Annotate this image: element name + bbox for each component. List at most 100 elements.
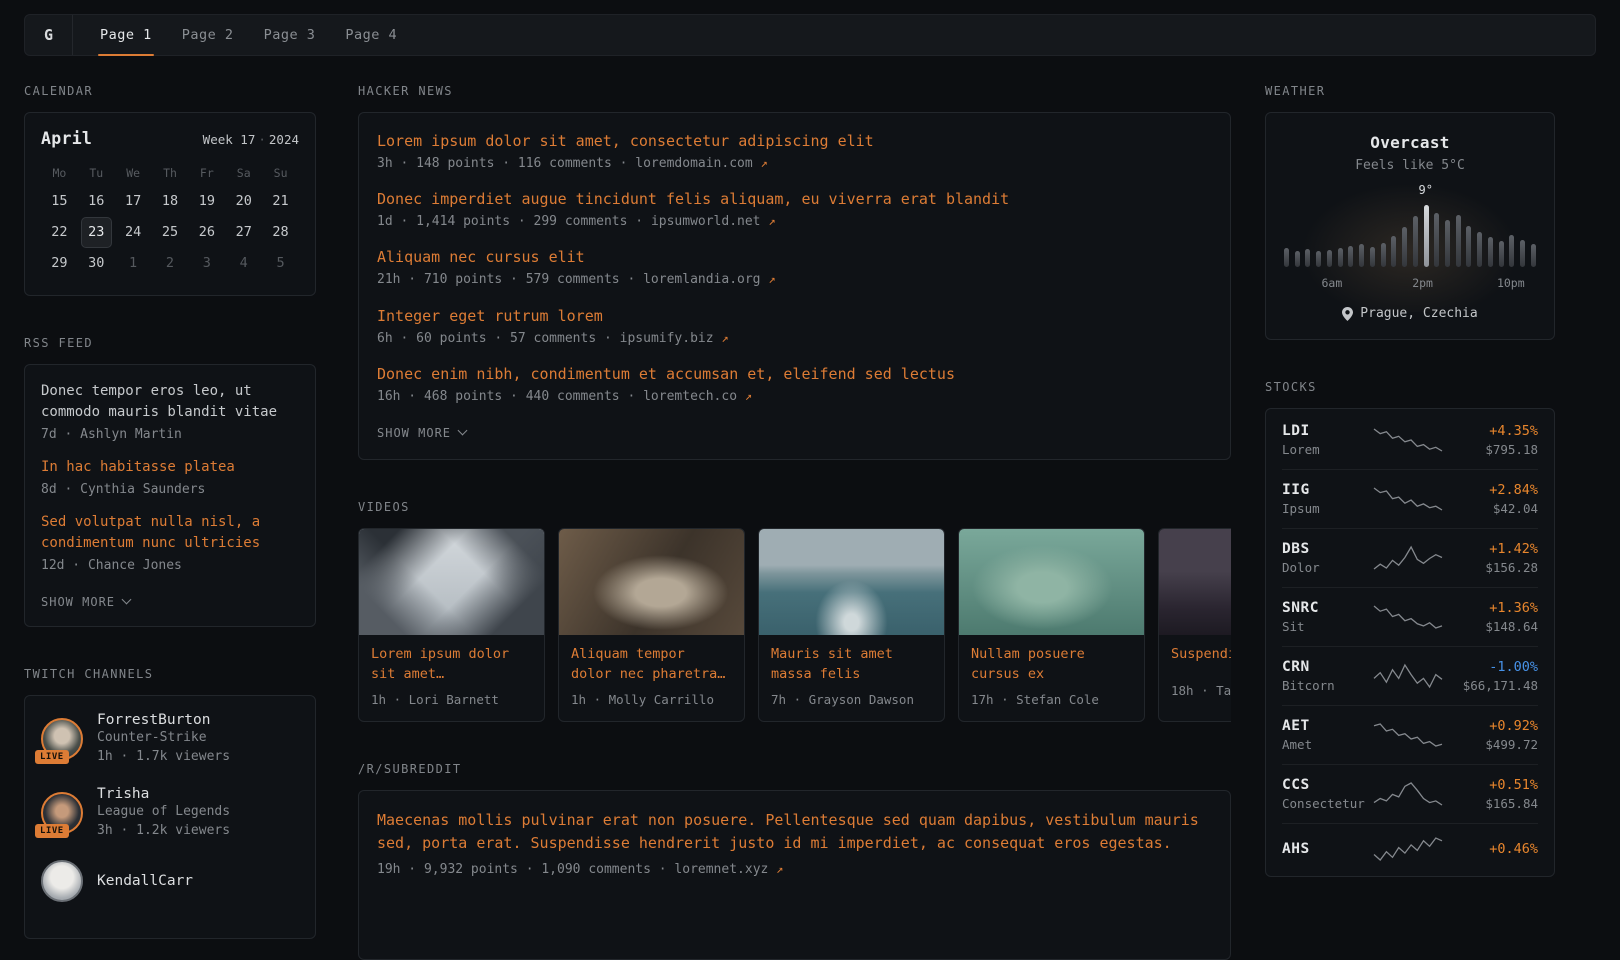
video-card[interactable]: Aliquam tempor dolor nec pharetra… 1h · … <box>558 528 745 722</box>
weather-chart: 9° 6am 2pm 10pm <box>1284 205 1536 290</box>
stock-row[interactable]: AET Amet +0.92% $499.72 <box>1282 705 1538 764</box>
chevron-down-icon <box>458 426 468 436</box>
hn-item-title[interactable]: Aliquam nec cursus elit <box>377 247 1212 268</box>
video-title[interactable]: Lorem ipsum dolor sit amet consectetu… <box>359 635 544 685</box>
video-title[interactable]: Aliquam tempor dolor nec pharetra… <box>559 635 744 685</box>
channel-name[interactable]: Trisha <box>97 786 230 802</box>
video-card[interactable]: Lorem ipsum dolor sit amet consectetu… 1… <box>358 528 545 722</box>
stock-sparkline <box>1368 836 1448 862</box>
calendar-day: 28 <box>265 217 296 248</box>
channel-meta: 1h · 1.7k viewers <box>97 748 230 766</box>
twitch-section-title: TWITCH CHANNELS <box>24 667 316 681</box>
hn-item-domain[interactable]: loremlandia.org <box>643 272 760 287</box>
stock-row[interactable]: LDI Lorem +4.35% $795.18 <box>1282 411 1538 469</box>
hn-item-title[interactable]: Donec enim nibh, condimentum et accumsan… <box>377 364 1212 385</box>
hn-item-title[interactable]: Integer eget rutrum lorem <box>377 306 1212 327</box>
rss-item-title[interactable]: In hac habitasse platea <box>41 457 299 478</box>
subreddit-post-domain[interactable]: loremnet.xyz <box>674 862 768 877</box>
weather-condition: Overcast <box>1284 133 1536 152</box>
twitch-channel-row[interactable]: LIVE Trisha League of Legends 3h · 1.2k … <box>41 786 299 840</box>
video-card[interactable]: Suspendisse diam 18h · Tara <box>1158 528 1231 722</box>
stock-change: +4.35% <box>1448 423 1538 439</box>
stock-row[interactable]: DBS Dolor +1.42% $156.28 <box>1282 528 1538 587</box>
video-card[interactable]: Nullam posuere cursus ex 17h · Stefan Co… <box>958 528 1145 722</box>
calendar-day: 24 <box>118 217 149 248</box>
dot-separator: · <box>258 132 266 147</box>
nav-tab[interactable]: Page 3 <box>262 15 318 55</box>
hn-item-domain[interactable]: loremtech.co <box>643 389 737 404</box>
subreddit-section-title: /R/SUBREDDIT <box>358 762 1231 776</box>
hn-item-domain[interactable]: ipsumworld.net <box>651 214 761 229</box>
external-link-icon: ↗ <box>768 214 775 228</box>
stock-change: +0.92% <box>1448 718 1538 734</box>
rss-item-meta: 7d · Ashlyn Martin <box>41 426 299 444</box>
video-title[interactable]: Mauris sit amet massa felis <box>759 635 944 685</box>
channel-name[interactable]: KendallCarr <box>97 873 193 889</box>
nav-tab[interactable]: Page 4 <box>343 15 399 55</box>
logo[interactable]: G <box>25 15 73 55</box>
stock-price: $42.04 <box>1448 501 1538 516</box>
calendar-day: 30 <box>81 248 112 279</box>
hn-item-domain[interactable]: loremdomain.com <box>635 156 752 171</box>
twitch-channel-row[interactable]: KendallCarr <box>41 860 299 902</box>
video-meta: 7h · Grayson Dawson <box>759 684 944 721</box>
stock-change: +1.36% <box>1448 600 1538 616</box>
stock-row[interactable]: CRN Bitcorn -1.00% $66,171.48 <box>1282 646 1538 705</box>
stock-row[interactable]: AHS +0.46% <box>1282 823 1538 874</box>
weather-section-title: WEATHER <box>1265 84 1555 98</box>
hn-item-domain[interactable]: ipsumify.biz <box>620 331 714 346</box>
main-grid: CALENDAR April Week 17·2024 Mo Tu <box>24 84 1596 960</box>
channel-name[interactable]: ForrestBurton <box>97 712 230 728</box>
video-meta: 18h · Tara <box>1159 675 1231 712</box>
rss-item: In hac habitasse platea 8d · Cynthia Sau… <box>41 457 299 499</box>
video-card[interactable]: Mauris sit amet massa felis 7h · Grayson… <box>758 528 945 722</box>
videos-widget: VIDEOS Lorem ipsum dolor sit amet consec… <box>358 500 1231 722</box>
subreddit-post-meta: 19h · 9,932 points · 1,090 comments · lo… <box>377 861 1212 879</box>
rss-show-more-button[interactable]: SHOW MORE <box>41 595 130 609</box>
dashboard: G Page 1 Page 2 Page 3 Page 4 CALENDAR A… <box>0 14 1620 960</box>
weather-widget: WEATHER Overcast Feels like 5°C 9° 6am 2… <box>1265 84 1555 340</box>
video-title[interactable]: Suspendisse diam <box>1159 635 1231 675</box>
weekday-label: Sa <box>225 166 262 180</box>
stocks-section-title: STOCKS <box>1265 380 1555 394</box>
calendar-day: 29 <box>44 248 75 279</box>
channel-info: Trisha League of Legends 3h · 1.2k viewe… <box>97 786 230 840</box>
avatar-image <box>41 860 83 902</box>
channel-game: Counter-Strike <box>97 730 230 745</box>
hn-item: Aliquam nec cursus elit 21h · 710 points… <box>377 247 1212 289</box>
chevron-down-icon <box>122 595 132 605</box>
stock-values: +1.42% $156.28 <box>1448 541 1538 575</box>
weekday-label: Tu <box>78 166 115 180</box>
calendar-day: 16 <box>81 186 112 217</box>
hacker-news-widget: HACKER NEWS Lorem ipsum dolor sit amet, … <box>358 84 1231 460</box>
hn-item-title[interactable]: Lorem ipsum dolor sit amet, consectetur … <box>377 131 1212 152</box>
stock-change: +1.42% <box>1448 541 1538 557</box>
stock-row[interactable]: SNRC Sit +1.36% $148.64 <box>1282 587 1538 646</box>
hn-show-more-button[interactable]: SHOW MORE <box>377 426 466 440</box>
nav-tab[interactable]: Page 1 <box>98 15 154 55</box>
twitch-channel-row[interactable]: LIVE ForrestBurton Counter-Strike 1h · 1… <box>41 712 299 766</box>
weekday-label: Mo <box>41 166 78 180</box>
left-column: CALENDAR April Week 17·2024 Mo Tu <box>24 84 316 960</box>
external-link-icon: ↗ <box>768 272 775 286</box>
stock-symbol: CRN <box>1282 659 1368 675</box>
rss-item-title[interactable]: Donec tempor eros leo, ut commodo mauris… <box>41 381 299 423</box>
stock-row[interactable]: CCS Consectetur +0.51% $165.84 <box>1282 764 1538 823</box>
calendar-day: 4 <box>228 248 259 279</box>
nav-tab[interactable]: Page 2 <box>180 15 236 55</box>
stock-sparkline <box>1368 722 1448 748</box>
subreddit-post-title[interactable]: Maecenas mollis pulvinar erat non posuer… <box>377 809 1212 856</box>
subreddit-card: Maecenas mollis pulvinar erat non posuer… <box>358 790 1231 960</box>
video-title[interactable]: Nullam posuere cursus ex <box>959 635 1144 685</box>
rss-item-title[interactable]: Sed volutpat nulla nisl, a condimentum n… <box>41 512 299 554</box>
hn-item: Donec imperdiet augue tincidunt felis al… <box>377 189 1212 231</box>
calendar-day: 15 <box>44 186 75 217</box>
stock-row[interactable]: IIG Ipsum +2.84% $42.04 <box>1282 469 1538 528</box>
subreddit-widget: /R/SUBREDDIT Maecenas mollis pulvinar er… <box>358 762 1231 960</box>
hn-item-title[interactable]: Donec imperdiet augue tincidunt felis al… <box>377 189 1212 210</box>
calendar-header: April Week 17·2024 <box>41 129 299 148</box>
hn-item-meta: 6h · 60 points · 57 comments · ipsumify.… <box>377 330 1212 348</box>
weather-bars: 9° <box>1284 205 1536 267</box>
stock-name: Lorem <box>1282 442 1368 457</box>
hn-item-stats: 3h · 148 points · 116 comments · <box>377 156 635 171</box>
